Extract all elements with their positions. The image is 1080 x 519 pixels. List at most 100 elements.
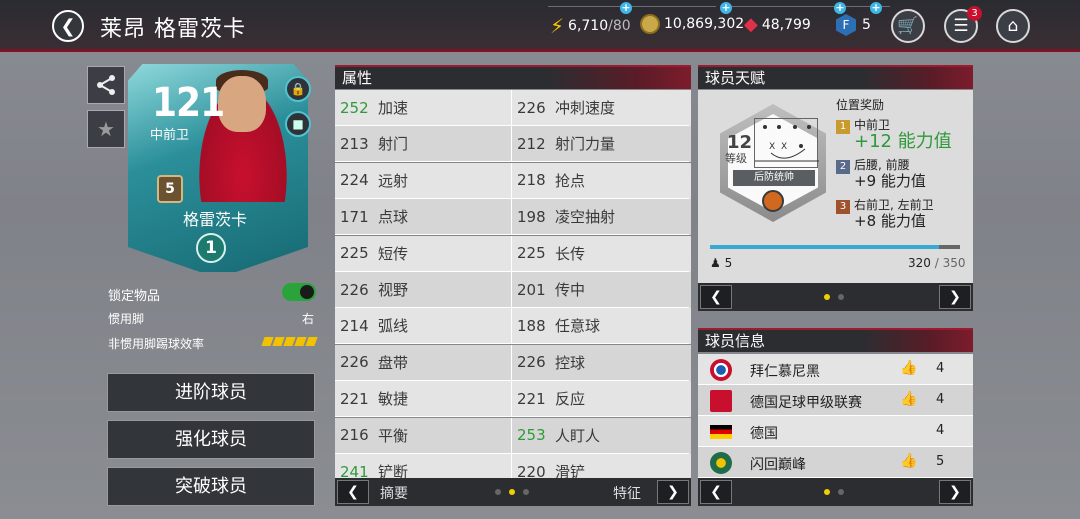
coins-display: + 10,869,302: [640, 2, 744, 34]
attribute-cell[interactable]: 212 射门力量: [512, 126, 689, 163]
talent-next-button[interactable]: ❯: [939, 285, 971, 309]
lightning-icon: ⚡: [550, 14, 565, 38]
attribute-cell[interactable]: 253 人盯人: [512, 418, 689, 454]
favorite-button[interactable]: ★: [87, 110, 125, 148]
attribute-cell[interactable]: 241 铲断: [335, 454, 512, 478]
attributes-nav: ❮ 摘要 特征 ❯: [335, 478, 691, 506]
info-name: 德国足球甲级联赛: [750, 395, 862, 411]
add-gems-button[interactable]: +: [834, 2, 846, 14]
progress-max: / 350: [934, 256, 966, 270]
bonus-value: +12 能力值: [854, 131, 952, 152]
info-name: 闪回巅峰: [750, 457, 806, 473]
bonus-rank: 2: [836, 160, 850, 174]
attribute-name: 人盯人: [555, 426, 601, 445]
attribute-cell[interactable]: 252 加速: [335, 90, 512, 126]
attribute-value: 188: [517, 316, 546, 335]
page-title: 莱昂 格雷茨卡: [100, 17, 246, 42]
attribute-cell[interactable]: 226 视野: [335, 272, 512, 308]
attribute-row: 225 短传 225 长传: [335, 235, 691, 272]
germany-flag-icon: [710, 425, 732, 439]
talent-progress-bar: [710, 245, 960, 249]
attribute-cell[interactable]: 214 弧线: [335, 308, 512, 345]
share-button[interactable]: [87, 66, 125, 104]
attribute-value: 216: [340, 426, 369, 445]
attribute-cell[interactable]: 221 反应: [512, 381, 689, 418]
attribute-cell[interactable]: 198 凌空抽射: [512, 199, 689, 236]
attribute-value: 226: [517, 353, 546, 372]
player-info-row[interactable]: 德国足球甲级联赛 👍 4: [698, 385, 973, 416]
info-next-button[interactable]: ❯: [939, 480, 971, 504]
attribute-name: 反应: [555, 390, 586, 409]
attribute-cell[interactable]: 218 抢点: [512, 163, 689, 199]
thumbs-up-icon: 👍: [900, 453, 918, 469]
nav-left-label[interactable]: 摘要: [380, 483, 408, 503]
card-position: 中前卫: [150, 128, 190, 143]
attribute-value: 226: [517, 98, 546, 117]
notification-badge: 3: [967, 6, 982, 21]
attribute-name: 凌空抽射: [555, 208, 616, 227]
attribute-name: 敏捷: [378, 390, 409, 409]
home-icon: ⌂: [1007, 16, 1019, 36]
tasks-button[interactable]: ☰ 3: [944, 6, 982, 43]
card-rating: 121: [152, 80, 225, 126]
add-coins-button[interactable]: +: [720, 2, 732, 14]
attribute-cell[interactable]: 201 传中: [512, 272, 689, 308]
attribute-value: 225: [340, 244, 369, 263]
player-info-row[interactable]: 德国 4: [698, 416, 973, 447]
bonus-value: +8 能力值: [854, 212, 926, 230]
info-rank: 4: [936, 392, 945, 407]
attribute-cell[interactable]: 226 盘带: [335, 344, 512, 381]
thumbs-up-icon: 👍: [900, 391, 918, 407]
attribute-value: 226: [340, 353, 369, 372]
shop-button[interactable]: 🛒: [891, 9, 925, 43]
attribute-cell[interactable]: 225 长传: [512, 236, 689, 272]
player-info-row[interactable]: 闪回巅峰 👍 5: [698, 447, 973, 478]
attribute-value: 201: [517, 280, 546, 299]
kit-button[interactable]: ■: [285, 111, 311, 137]
attribute-row: 226 视野 201 传中: [335, 272, 691, 308]
lock-toggle[interactable]: [282, 283, 316, 301]
attribute-cell[interactable]: 225 短传: [335, 235, 512, 272]
attribute-cell[interactable]: 188 任意球: [512, 308, 689, 345]
attribute-row: 171 点球 198 凌空抽射: [335, 199, 691, 236]
breakthrough-player-button[interactable]: 突破球员: [107, 467, 315, 506]
person-icon: ♟: [710, 256, 721, 270]
lock-button[interactable]: 🔒: [285, 76, 311, 102]
attribute-name: 长传: [555, 244, 586, 263]
bonus-value: +9 能力值: [854, 172, 926, 190]
nav-right-label[interactable]: 特征: [613, 483, 641, 503]
train-player-button[interactable]: 强化球员: [107, 420, 315, 459]
info-name: 德国: [750, 426, 778, 442]
coin-icon: [640, 14, 660, 34]
flashback-icon: [710, 452, 732, 474]
player-info-row[interactable]: 拜仁慕尼黑 👍 4: [698, 354, 973, 385]
advance-player-button[interactable]: 进阶球员: [107, 373, 315, 412]
attribute-cell[interactable]: 220 滑铲: [512, 454, 689, 479]
info-prev-button[interactable]: ❮: [700, 480, 732, 504]
top-bar: ❮ 莱昂 格雷茨卡 + ⚡ 6,710/80 + 10,869,302 + ◆ …: [0, 0, 1080, 52]
fifa-points-icon: F: [836, 14, 856, 36]
weak-foot-rating: [261, 337, 318, 346]
add-points-button[interactable]: +: [870, 2, 882, 14]
preferred-foot-label: 惯用脚: [108, 312, 145, 326]
attribute-name: 射门: [378, 135, 409, 154]
attribute-cell[interactable]: 213 射门: [335, 126, 512, 163]
attribute-cell[interactable]: 221 敏捷: [335, 381, 512, 418]
attribute-name: 抢点: [555, 171, 586, 190]
attribute-cell[interactable]: 226 控球: [512, 345, 689, 381]
attribute-cell[interactable]: 216 平衡: [335, 417, 512, 454]
attribute-cell[interactable]: 226 冲刺速度: [512, 90, 689, 126]
add-energy-button[interactable]: +: [620, 2, 632, 14]
talent-prev-button[interactable]: ❮: [700, 285, 732, 309]
attribute-name: 加速: [378, 99, 409, 117]
attribute-cell[interactable]: 224 远射: [335, 162, 512, 199]
player-head: [218, 76, 266, 132]
next-button[interactable]: ❯: [657, 480, 689, 504]
home-button[interactable]: ⌂: [996, 9, 1030, 43]
back-button[interactable]: ❮: [52, 10, 84, 42]
share-icon: [97, 75, 115, 95]
talent-points-value: 5: [724, 256, 733, 270]
fifa-points-display: + F 5: [836, 2, 882, 36]
prev-button[interactable]: ❮: [337, 480, 369, 504]
attribute-cell[interactable]: 171 点球: [335, 199, 512, 236]
